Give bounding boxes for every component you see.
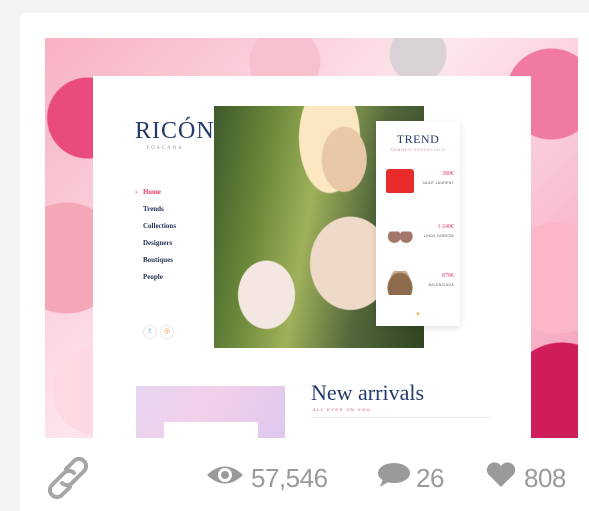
shoe-image <box>386 271 414 295</box>
product-price: 380€ <box>442 171 454 177</box>
watercolor-card <box>164 422 258 438</box>
brand-logo: RICÓNI TOSCANA <box>135 118 224 151</box>
new-arrivals-subtitle: ALL EYES ON YOU <box>313 407 372 412</box>
new-arrivals-title: New arrivals <box>311 380 425 405</box>
nav-item-collections: Collections <box>143 222 177 230</box>
social-links: t ◎ <box>143 320 177 339</box>
product-price: 870€ <box>442 273 454 279</box>
shot-stats-bar: 57,546 26 808 <box>0 450 589 511</box>
nav-item-people: People <box>143 273 163 281</box>
product-price: 1 240€ <box>437 224 455 230</box>
logo-sub: TOSCANA <box>146 146 184 151</box>
comments-count: 26 <box>416 463 444 493</box>
trend-subtitle: SUMMER ESSENTIALS <box>390 148 446 152</box>
product-brand: BALENCIAGA <box>428 283 454 287</box>
product-brand: LINDA FARROW <box>423 234 454 238</box>
views-count: 57,546 <box>251 463 328 493</box>
nav-item-trends: Trends <box>143 205 164 213</box>
nav-item-designers: Designers <box>143 239 173 247</box>
comments-stat: 26 <box>377 462 457 493</box>
product-bag: 380€ SAINT LAURENT <box>384 167 454 197</box>
link-icon-svg <box>47 456 89 500</box>
product-sunglasses: 1 240€ LINDA FARROW <box>384 220 454 250</box>
nav-item-home: Home <box>135 184 176 201</box>
divider <box>311 417 491 418</box>
product-brand: SAINT LAURENT <box>422 181 454 185</box>
twitter-icon: t <box>143 325 157 339</box>
likes-stat[interactable]: 808 <box>484 462 584 493</box>
nav-item-boutiques: Boutiques <box>143 256 173 264</box>
likes-count: 808 <box>524 463 566 493</box>
views-stat: 57,546 <box>205 462 345 493</box>
sunglasses-image <box>386 222 414 246</box>
product-shoe: 870€ BALENCIAGA <box>384 269 454 299</box>
chevron-down-icon: ▼ <box>415 312 421 318</box>
website-preview: RICÓNI TOSCANA Home Trends Collections D… <box>93 76 531 438</box>
link-icon[interactable] <box>46 456 90 505</box>
preview-nav: Home Trends Collections Designers Boutiq… <box>135 184 176 286</box>
instagram-icon: ◎ <box>160 325 174 339</box>
shot-thumbnail[interactable]: RICÓNI TOSCANA Home Trends Collections D… <box>45 38 578 438</box>
comment-icon <box>378 463 410 487</box>
trend-title: TREND <box>396 132 440 146</box>
logo-name: RICÓNI <box>135 118 224 144</box>
watercolor-block <box>136 386 285 438</box>
bag-image <box>386 169 414 193</box>
heart-icon <box>486 462 516 487</box>
eye-icon <box>207 466 243 484</box>
trend-panel: TREND SUMMER ESSENTIALS 380€ SAINT LAURE… <box>376 121 460 326</box>
